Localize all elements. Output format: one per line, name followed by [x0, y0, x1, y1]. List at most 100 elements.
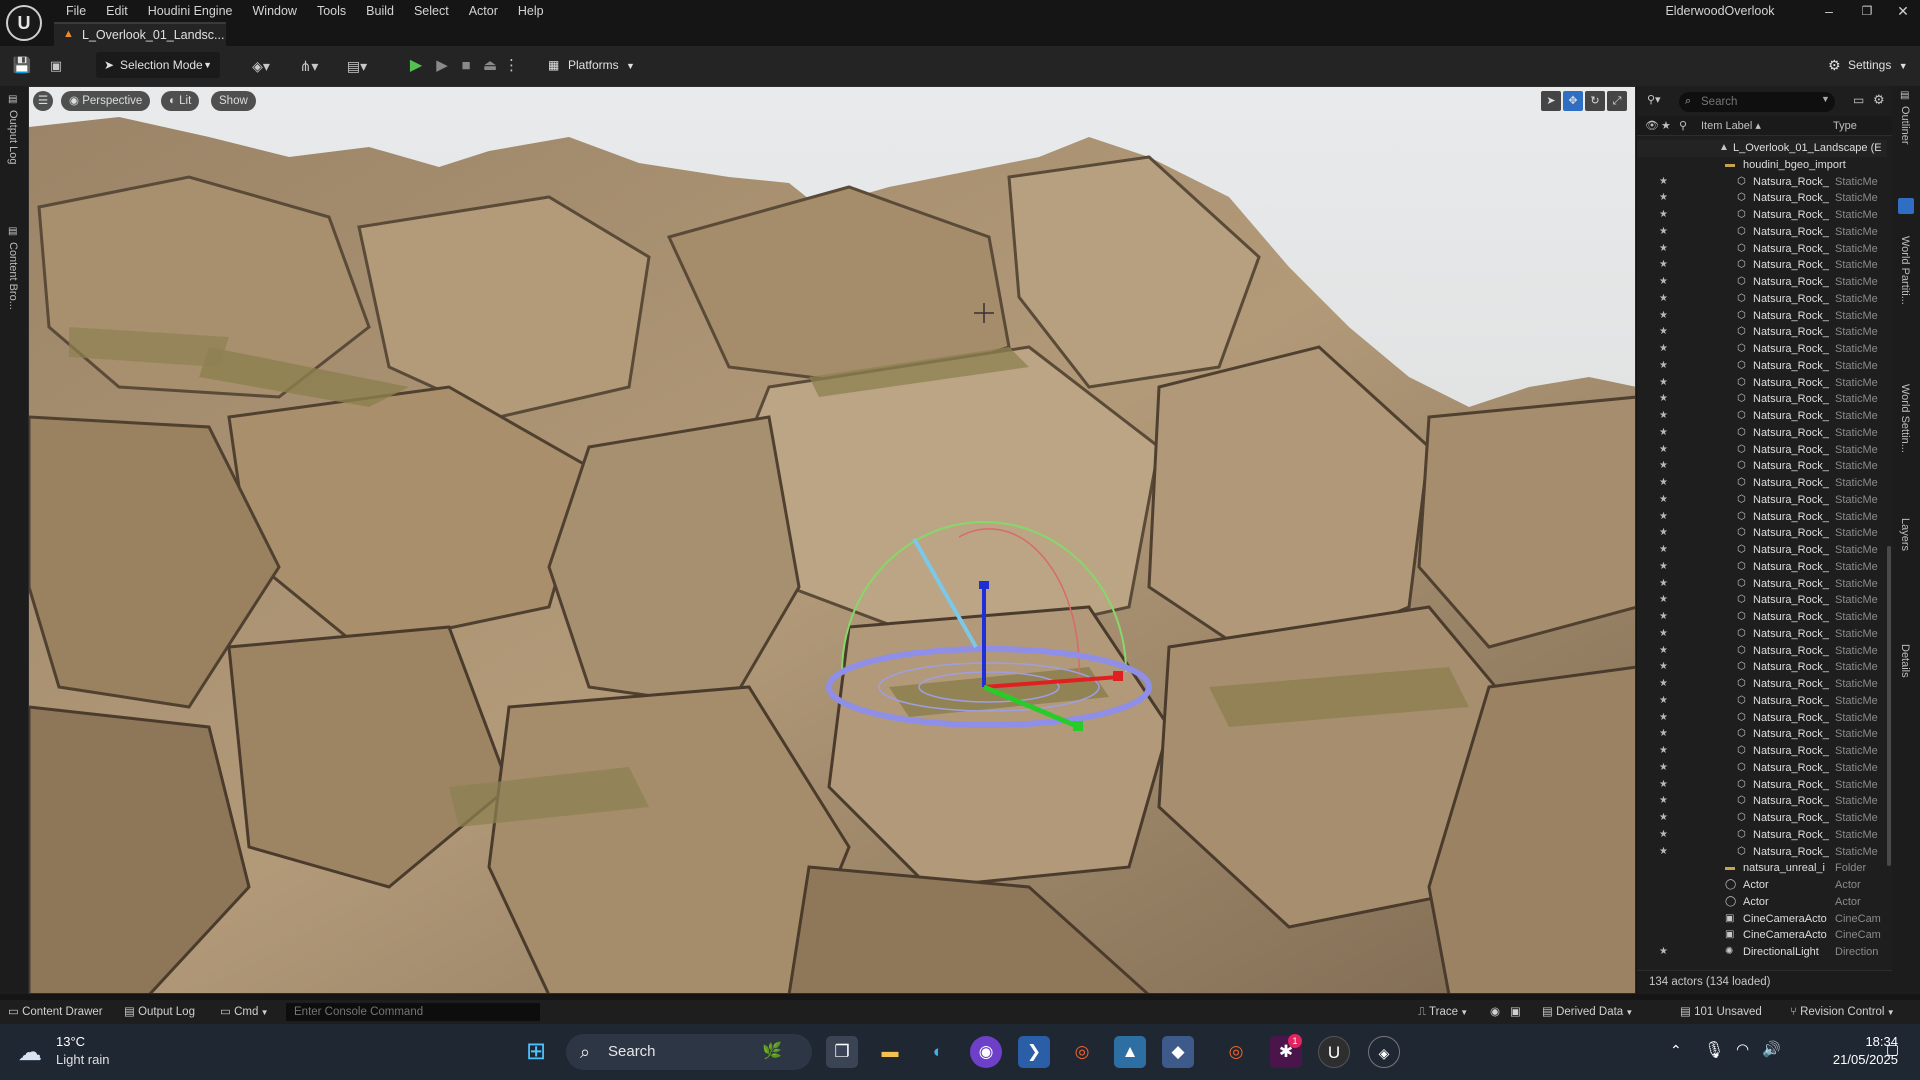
microphone-icon[interactable]: 🎙 — [1704, 1040, 1724, 1060]
output-log-tab[interactable]: Output Log — [7, 110, 19, 164]
tree-row-rock[interactable]: ★ ⬡ Natsura_Rock_ StaticMe — [1637, 810, 1887, 827]
cinematics-icon[interactable]: ▤▾ — [342, 54, 372, 78]
houdini-icon[interactable]: ◎ — [1066, 1036, 1098, 1068]
menu-edit[interactable]: Edit — [96, 2, 138, 20]
viewport-menu-button[interactable]: ☰ — [33, 91, 53, 111]
star-icon[interactable]: ★ — [1659, 609, 1668, 626]
tree-row-actor[interactable]: ▣ CineCameraActo CineCam — [1637, 911, 1887, 928]
stop-icon[interactable]: ■ — [456, 54, 476, 78]
tree-row-rock[interactable]: ★ ⬡ Natsura_Rock_ StaticMe — [1637, 827, 1887, 844]
tree-row-landscape[interactable]: ▲ L_Overlook_01_Landscape (E — [1637, 140, 1887, 157]
star-icon[interactable]: ★ — [1659, 844, 1668, 861]
content-browser-icon[interactable]: ▣ — [46, 54, 66, 78]
step-icon[interactable]: ▶ — [432, 54, 452, 78]
tree-row-rock[interactable]: ★ ⬡ Natsura_Rock_ StaticMe — [1637, 643, 1887, 660]
minimize-button[interactable]: – — [1814, 2, 1844, 20]
tree-row-rock[interactable]: ★ ⬡ Natsura_Rock_ StaticMe — [1637, 224, 1887, 241]
tree-row-rock[interactable]: ★ ⬡ Natsura_Rock_ StaticMe — [1637, 458, 1887, 475]
star-icon[interactable]: ★ — [1659, 743, 1668, 760]
star-icon[interactable]: ★ — [1659, 375, 1668, 392]
star-icon[interactable]: ★ — [1659, 626, 1668, 643]
content-drawer-button[interactable]: ▭ Content Drawer — [8, 1000, 103, 1024]
world-partition-tab[interactable]: World Partiti... — [1899, 236, 1911, 305]
tree-row-rock[interactable]: ★ ⬡ Natsura_Rock_ StaticMe — [1637, 190, 1887, 207]
star-icon[interactable]: ★ — [1661, 116, 1671, 136]
tree-row-rock[interactable]: ★ ⬡ Natsura_Rock_ StaticMe — [1637, 241, 1887, 258]
tree-row-rock[interactable]: ★ ⬡ Natsura_Rock_ StaticMe — [1637, 257, 1887, 274]
details-tab-active-icon[interactable] — [1898, 198, 1914, 214]
star-icon[interactable]: ★ — [1659, 710, 1668, 727]
screenshot-icon[interactable]: ▣ — [1510, 1000, 1521, 1024]
star-icon[interactable]: ★ — [1659, 760, 1668, 777]
output-log-button[interactable]: ▤ Output Log — [124, 1000, 195, 1024]
tree-row-rock[interactable]: ★ ⬡ Natsura_Rock_ StaticMe — [1637, 542, 1887, 559]
notification-center-icon[interactable]: ▢ — [1886, 1041, 1899, 1058]
menu-houdini-engine[interactable]: Houdini Engine — [138, 2, 243, 20]
tree-row-rock[interactable]: ★ ⬡ Natsura_Rock_ StaticMe — [1637, 174, 1887, 191]
tree-row-actor[interactable]: ▣ CineCameraActo CineCam — [1637, 927, 1887, 944]
menu-help[interactable]: Help — [508, 2, 554, 20]
volume-icon[interactable]: 🔊 — [1762, 1040, 1781, 1058]
menu-build[interactable]: Build — [356, 2, 404, 20]
tree-row-rock[interactable]: ★ ⬡ Natsura_Rock_ StaticMe — [1637, 274, 1887, 291]
star-icon[interactable]: ★ — [1659, 827, 1668, 844]
star-icon[interactable]: ★ — [1659, 592, 1668, 609]
tree-row-actor[interactable]: ★ ✺ DirectionalLight Direction — [1637, 944, 1887, 961]
tree-row-actor[interactable]: ◯ Actor Actor — [1637, 877, 1887, 894]
taskbar-search-box[interactable]: ⌕ Search 🌿 — [566, 1034, 812, 1070]
select-tool-icon[interactable]: ➤ — [1541, 91, 1561, 111]
tree-row-rock[interactable]: ★ ⬡ Natsura_Rock_ StaticMe — [1637, 341, 1887, 358]
show-button[interactable]: Show — [211, 91, 256, 111]
star-icon[interactable]: ★ — [1659, 793, 1668, 810]
item-label-column[interactable]: Item Label ▴ — [1701, 116, 1761, 136]
tree-row-rock[interactable]: ★ ⬡ Natsura_Rock_ StaticMe — [1637, 207, 1887, 224]
world-settings-tab[interactable]: World Settin... — [1899, 384, 1911, 453]
tree-row-rock[interactable]: ★ ⬡ Natsura_Rock_ StaticMe — [1637, 375, 1887, 392]
edge-browser-icon[interactable]: ◐ — [922, 1036, 954, 1068]
save-icon[interactable]: 💾 — [12, 54, 32, 78]
tree-row-rock[interactable]: ★ ⬡ Natsura_Rock_ StaticMe — [1637, 659, 1887, 676]
unreal-logo-icon[interactable]: U — [6, 5, 42, 41]
tree-row-rock[interactable]: ★ ⬡ Natsura_Rock_ StaticMe — [1637, 609, 1887, 626]
blueprint-icon[interactable]: ⋔▾ — [294, 54, 324, 78]
star-icon[interactable]: ★ — [1659, 475, 1668, 492]
star-icon[interactable]: ★ — [1659, 659, 1668, 676]
image-viewer-icon[interactable]: ▲ — [1114, 1036, 1146, 1068]
menu-select[interactable]: Select — [404, 2, 459, 20]
star-icon[interactable]: ★ — [1659, 207, 1668, 224]
tree-row-actor[interactable]: ▬ natsura_unreal_i Folder — [1637, 860, 1887, 877]
star-icon[interactable]: ★ — [1659, 358, 1668, 375]
outliner-search-input[interactable] — [1679, 92, 1835, 112]
tree-row-rock[interactable]: ★ ⬡ Natsura_Rock_ StaticMe — [1637, 492, 1887, 509]
tree-row-rock[interactable]: ★ ⬡ Natsura_Rock_ StaticMe — [1637, 442, 1887, 459]
star-icon[interactable]: ★ — [1659, 442, 1668, 459]
tree-row-rock[interactable]: ★ ⬡ Natsura_Rock_ StaticMe — [1637, 408, 1887, 425]
tree-row-rock[interactable]: ★ ⬡ Natsura_Rock_ StaticMe — [1637, 525, 1887, 542]
tree-row-rock[interactable]: ★ ⬡ Natsura_Rock_ StaticMe — [1637, 693, 1887, 710]
add-folder-icon[interactable]: ▭ — [1853, 93, 1864, 107]
tree-row-rock[interactable]: ★ ⬡ Natsura_Rock_ StaticMe — [1637, 308, 1887, 325]
star-icon[interactable]: ★ — [1659, 509, 1668, 526]
star-icon[interactable]: ★ — [1659, 726, 1668, 743]
star-icon[interactable]: ★ — [1659, 542, 1668, 559]
star-icon[interactable]: ★ — [1659, 408, 1668, 425]
tree-row-rock[interactable]: ★ ⬡ Natsura_Rock_ StaticMe — [1637, 710, 1887, 727]
tree-row-rock[interactable]: ★ ⬡ Natsura_Rock_ StaticMe — [1637, 559, 1887, 576]
star-icon[interactable]: ★ — [1659, 525, 1668, 542]
cmd-dropdown[interactable]: ▭ Cmd ▼ — [220, 1000, 268, 1025]
settings-dropdown[interactable]: ⚙ Settings ▼ — [1826, 52, 1916, 78]
pin-icon[interactable]: ⚲ — [1679, 116, 1687, 136]
move-tool-icon[interactable]: ✥ — [1563, 91, 1583, 111]
star-icon[interactable]: ★ — [1659, 241, 1668, 258]
tree-row-rock[interactable]: ★ ⬡ Natsura_Rock_ StaticMe — [1637, 291, 1887, 308]
star-icon[interactable]: ★ — [1659, 274, 1668, 291]
content-browser-tab[interactable]: Content Bro... — [7, 242, 19, 310]
star-icon[interactable]: ★ — [1659, 693, 1668, 710]
rotate-tool-icon[interactable]: ↻ — [1585, 91, 1605, 111]
tree-row-rock[interactable]: ★ ⬡ Natsura_Rock_ StaticMe — [1637, 676, 1887, 693]
filter-icon[interactable]: ⚲▾ — [1647, 93, 1661, 106]
tree-row-rock[interactable]: ★ ⬡ Natsura_Rock_ StaticMe — [1637, 324, 1887, 341]
tree-row-rock[interactable]: ★ ⬡ Natsura_Rock_ StaticMe — [1637, 576, 1887, 593]
star-icon[interactable]: ★ — [1659, 458, 1668, 475]
star-icon[interactable]: ★ — [1659, 257, 1668, 274]
